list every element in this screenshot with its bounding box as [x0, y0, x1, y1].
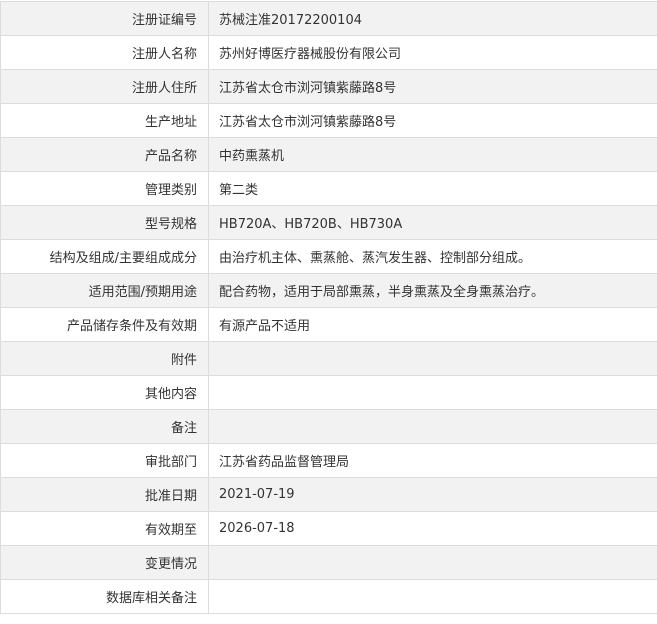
row-registrant-address: 注册人住所 江苏省太仓市浏河镇紫藤路8号	[1, 70, 657, 104]
approval-department-label: 审批部门	[1, 444, 209, 478]
row-attachments: 附件	[1, 342, 657, 376]
registration-number-value: 苏械注准20172200104	[209, 2, 657, 36]
product-name-value: 中药熏蒸机	[209, 138, 657, 172]
row-valid-until: 有效期至 2026-07-18	[1, 512, 657, 546]
attachments-value	[209, 342, 657, 376]
storage-validity-value: 有源产品不适用	[209, 308, 657, 342]
approval-department-value: 江苏省药品监督管理局	[209, 444, 657, 478]
management-category-value: 第二类	[209, 172, 657, 206]
row-other-content: 其他内容	[1, 376, 657, 410]
change-history-value	[209, 546, 657, 580]
row-storage-validity: 产品储存条件及有效期 有源产品不适用	[1, 308, 657, 342]
remarks-value	[209, 410, 657, 444]
production-address-value: 江苏省太仓市浏河镇紫藤路8号	[209, 104, 657, 138]
remarks-label: 备注	[1, 410, 209, 444]
model-specification-label: 型号规格	[1, 206, 209, 240]
structure-composition-label: 结构及组成/主要组成成分	[1, 240, 209, 274]
row-registrant-name: 注册人名称 苏州好博医疗器械股份有限公司	[1, 36, 657, 70]
approval-date-value: 2021-07-19	[209, 478, 657, 512]
database-remarks-value	[209, 580, 657, 614]
valid-until-value: 2026-07-18	[209, 512, 657, 546]
registrant-address-label: 注册人住所	[1, 70, 209, 104]
row-production-address: 生产地址 江苏省太仓市浏河镇紫藤路8号	[1, 104, 657, 138]
approval-date-label: 批准日期	[1, 478, 209, 512]
management-category-label: 管理类别	[1, 172, 209, 206]
row-remarks: 备注	[1, 410, 657, 444]
row-management-category: 管理类别 第二类	[1, 172, 657, 206]
row-change-history: 变更情况	[1, 546, 657, 580]
product-name-label: 产品名称	[1, 138, 209, 172]
storage-validity-label: 产品储存条件及有效期	[1, 308, 209, 342]
model-specification-value: HB720A、HB720B、HB730A	[209, 206, 657, 240]
row-intended-use: 适用范围/预期用途 配合药物，适用于局部熏蒸，半身熏蒸及全身熏蒸治疗。	[1, 274, 657, 308]
database-remarks-label: 数据库相关备注	[1, 580, 209, 614]
registration-record-table: 注册证编号 苏械注准20172200104 注册人名称 苏州好博医疗器械股份有限…	[0, 1, 657, 614]
production-address-label: 生产地址	[1, 104, 209, 138]
registrant-address-value: 江苏省太仓市浏河镇紫藤路8号	[209, 70, 657, 104]
intended-use-label: 适用范围/预期用途	[1, 274, 209, 308]
intended-use-value: 配合药物，适用于局部熏蒸，半身熏蒸及全身熏蒸治疗。	[209, 274, 657, 308]
row-approval-date: 批准日期 2021-07-19	[1, 478, 657, 512]
row-product-name: 产品名称 中药熏蒸机	[1, 138, 657, 172]
other-content-label: 其他内容	[1, 376, 209, 410]
row-model-specification: 型号规格 HB720A、HB720B、HB730A	[1, 206, 657, 240]
row-structure-composition: 结构及组成/主要组成成分 由治疗机主体、熏蒸舱、蒸汽发生器、控制部分组成。	[1, 240, 657, 274]
other-content-value	[209, 376, 657, 410]
valid-until-label: 有效期至	[1, 512, 209, 546]
registration-number-label: 注册证编号	[1, 2, 209, 36]
attachments-label: 附件	[1, 342, 209, 376]
registrant-name-label: 注册人名称	[1, 36, 209, 70]
change-history-label: 变更情况	[1, 546, 209, 580]
structure-composition-value: 由治疗机主体、熏蒸舱、蒸汽发生器、控制部分组成。	[209, 240, 657, 274]
row-registration-number: 注册证编号 苏械注准20172200104	[1, 2, 657, 36]
row-approval-department: 审批部门 江苏省药品监督管理局	[1, 444, 657, 478]
row-database-remarks: 数据库相关备注	[1, 580, 657, 614]
registrant-name-value: 苏州好博医疗器械股份有限公司	[209, 36, 657, 70]
